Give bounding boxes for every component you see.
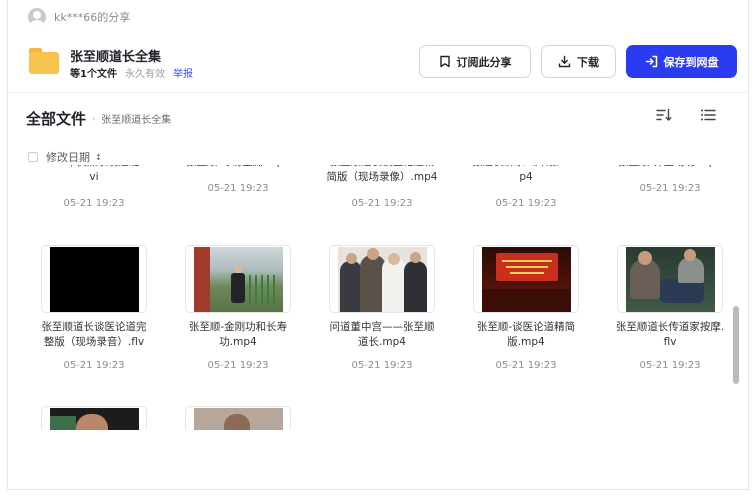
share-header: 张至顺道长全集 等1个文件 永久有效 举报 订阅此分享 下载 保存到网盘 <box>28 44 737 80</box>
file-name-line: 问道董中宫——张至顺 <box>329 321 435 333</box>
save-label: 保存到网盘 <box>663 55 719 69</box>
file-name[interactable]: 张至顺-养生动功.mp4 <box>606 165 734 170</box>
report-link[interactable]: 举报 <box>173 65 193 80</box>
file-name[interactable]: 2019年偶然录制道班.avi <box>30 165 158 185</box>
file-thumbnail[interactable] <box>617 245 723 313</box>
sort-by-date[interactable]: 修改日期 <box>46 149 90 165</box>
file-name-line: 张至顺-养生动功.mp4 <box>606 165 734 170</box>
file-date: 05-21 19:23 <box>207 360 269 371</box>
file-name[interactable]: 张至顺-专访全篇.mp4 <box>174 165 302 170</box>
file-thumbnail[interactable] <box>185 406 291 430</box>
sort-caret-icon[interactable]: ↕ <box>95 153 102 162</box>
download-label: 下载 <box>577 55 599 69</box>
file-name-line: 整版（现场录音）.flv <box>43 336 145 348</box>
file-name-line: 张至顺-专访全篇.mp4 <box>174 165 302 170</box>
file-name[interactable]: 张至顺道长传道家按摩. flv <box>606 320 734 350</box>
file-count: 等1个文件 <box>70 69 117 80</box>
file-name-line: 张至顺-金刚功和长寿 <box>188 321 288 333</box>
file-name-line: 张至顺-谈医论道精简 <box>476 321 576 333</box>
save-to-drive-button[interactable]: 保存到网盘 <box>626 45 737 78</box>
file-name-line: flv <box>663 336 677 348</box>
file-date: 05-21 19:23 <box>207 183 269 194</box>
file-name-line: 版.mp4 <box>507 336 545 348</box>
file-grid: 2019年偶然录制道班.avi 05-21 19:23 张至顺-专访全篇.mp4 05… <box>8 165 748 430</box>
file-name-line: 张至顺道长传道家按摩. <box>615 321 725 333</box>
file-name-line: vi <box>89 171 99 183</box>
download-button[interactable]: 下载 <box>541 45 616 78</box>
validity-label: 永久有效 <box>124 69 165 80</box>
bookmark-icon <box>439 55 450 68</box>
scrollbar[interactable] <box>733 306 739 384</box>
download-icon <box>558 55 571 68</box>
file-date: 05-21 19:23 <box>495 198 557 209</box>
file-date: 05-21 19:23 <box>639 360 701 371</box>
file-name[interactable]: 张至顺-金刚功和长寿 功.mp4 <box>174 320 302 350</box>
file-name[interactable]: 张至顺道长谈医论道精简版（现场录像）.mp4 <box>318 165 446 185</box>
select-all-checkbox[interactable] <box>28 152 38 162</box>
list-view-icon[interactable] <box>700 108 716 122</box>
file-thumbnail[interactable] <box>41 245 147 313</box>
file-name-line: 张至顺道长谈医论道完 <box>41 321 147 333</box>
file-date: 05-21 19:23 <box>351 360 413 371</box>
subscribe-label: 订阅此分享 <box>456 55 512 69</box>
file-thumbnail[interactable] <box>329 245 435 313</box>
sort-order-icon[interactable] <box>656 108 672 122</box>
sharer-info: kk***66的分享 <box>28 8 130 26</box>
file-name-line: 简版（现场录像）.mp4 <box>326 171 438 183</box>
breadcrumb-current: 张至顺道长全集 <box>101 115 172 126</box>
file-name-line: 功.mp4 <box>219 336 257 348</box>
file-date: 05-21 19:23 <box>495 360 557 371</box>
breadcrumb-separator: › <box>92 114 96 123</box>
file-date: 05-21 19:23 <box>63 360 125 371</box>
avatar[interactable] <box>28 8 46 26</box>
view-controls <box>656 108 716 122</box>
file-thumbnail[interactable] <box>473 245 579 313</box>
folder-icon <box>28 46 60 76</box>
subscribe-button[interactable]: 订阅此分享 <box>419 45 531 78</box>
file-name-line: p4 <box>519 171 533 183</box>
file-date: 05-21 19:23 <box>639 183 701 194</box>
file-thumbnail[interactable] <box>41 406 147 430</box>
file-name-line: 道长.mp4 <box>358 336 406 348</box>
file-date: 05-21 19:23 <box>351 198 413 209</box>
sharer-name: kk***66的分享 <box>54 11 131 24</box>
breadcrumb-root[interactable]: 全部文件 <box>26 108 86 129</box>
file-thumbnail[interactable] <box>185 245 291 313</box>
file-name[interactable]: 张至顺-谈医论道精简 版.mp4 <box>462 320 590 350</box>
share-meta: 等1个文件 永久有效 举报 <box>70 65 193 80</box>
file-name[interactable]: 问道董中宫——张至顺 道长.mp4 <box>318 320 446 350</box>
share-page: kk***66的分享 张至顺道长全集 等1个文件 永久有效 举报 订阅此分享 下… <box>7 0 749 490</box>
file-date: 05-21 19:23 <box>63 198 125 209</box>
header-divider <box>8 92 748 93</box>
share-title: 张至顺道长全集 <box>70 50 162 65</box>
save-icon <box>645 55 657 68</box>
file-name[interactable]: 张至顺道长谈医论道完 整版（现场录音）.flv <box>30 320 158 350</box>
sort-bar: 修改日期 ↕ <box>28 149 102 165</box>
breadcrumb: 全部文件 › 张至顺道长全集 <box>26 108 171 129</box>
file-name[interactable]: 张道长讲乐（片段）.mp4 <box>462 165 590 185</box>
